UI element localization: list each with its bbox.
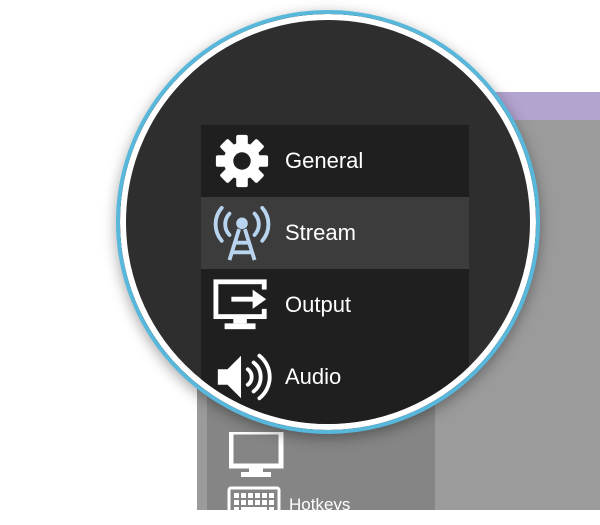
display-icon[interactable]	[228, 429, 287, 478]
sidebar-item-label: Hotkeys	[289, 495, 351, 514]
magnifier-circle: General Stream Output Audio	[116, 10, 540, 434]
monitor-export-icon	[209, 275, 275, 335]
gear-icon	[209, 131, 275, 191]
sidebar-item-hotkeys[interactable]: Hotkeys	[227, 486, 427, 525]
sidebar-item-stream[interactable]: Stream	[201, 197, 469, 269]
settings-category-list: General Stream Output Audio	[201, 125, 469, 424]
sidebar-item-label: General	[285, 148, 364, 173]
sidebar-item-audio[interactable]: Audio	[201, 341, 469, 413]
magnifier-inner: General Stream Output Audio	[120, 14, 536, 430]
sidebar-item-general[interactable]: General	[201, 125, 469, 197]
sidebar-item-label: Output	[285, 292, 352, 317]
sidebar-item-output[interactable]: Output	[201, 269, 469, 341]
broadcast-tower-icon	[209, 203, 275, 263]
sidebar-item-label: Audio	[285, 364, 342, 389]
sidebar-item-label: Stream	[285, 220, 356, 245]
keyboard-icon	[227, 486, 281, 525]
speaker-icon	[209, 347, 275, 407]
